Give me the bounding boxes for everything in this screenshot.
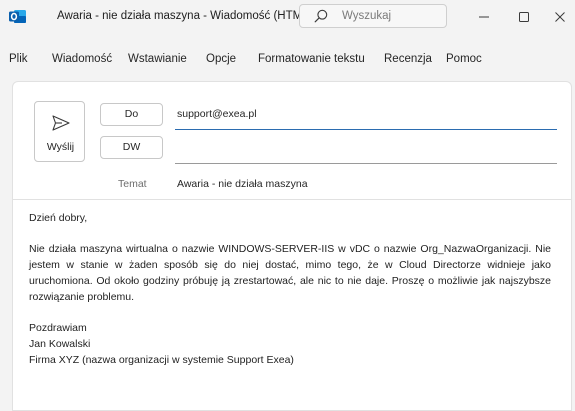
maximize-icon (519, 12, 529, 22)
ribbon-menu: Plik Wiadomość Wstawianie Opcje Formatow… (0, 53, 575, 71)
outlook-compose-window: Awaria - nie działa maszyna - Wiadomość … (0, 0, 575, 411)
menu-item-wstawianie[interactable]: Wstawianie (128, 53, 187, 65)
menu-item-pomoc[interactable]: Pomoc (446, 53, 482, 65)
subject-label: Temat (118, 178, 147, 190)
message-body[interactable]: Dzień dobry, Nie działa maszyna wirtualn… (29, 210, 551, 368)
menu-item-formatowanie-tekstu[interactable]: Formatowanie tekstu (258, 53, 365, 65)
minimize-button[interactable] (464, 0, 504, 34)
subject-field[interactable]: Awaria - nie działa maszyna (177, 178, 308, 190)
close-button[interactable] (540, 0, 575, 34)
maximize-button[interactable] (504, 0, 544, 34)
title-bar: Awaria - nie działa maszyna - Wiadomość … (0, 0, 575, 34)
body-paragraph: Nie działa maszyna wirtualna o nazwie WI… (29, 243, 551, 303)
menu-item-opcje[interactable]: Opcje (206, 53, 236, 65)
menu-item-plik[interactable]: Plik (9, 53, 28, 65)
close-icon (555, 12, 565, 22)
compose-pane: Wyślij Do DW support@exea.pl Temat Awari… (12, 81, 572, 411)
body-signature-company: Firma XYZ (nazwa organizacji w systemie … (29, 354, 294, 366)
to-button[interactable]: Do (100, 103, 163, 126)
window-title: Awaria - nie działa maszyna - Wiadomość … (57, 10, 313, 22)
body-greeting: Dzień dobry, (29, 212, 88, 224)
send-label: Wyślij (46, 141, 75, 153)
body-closing: Pozdrawiam (29, 322, 87, 334)
cc-button[interactable]: DW (100, 136, 163, 159)
to-field-underline (175, 129, 557, 130)
search-box[interactable]: Wyszukaj (299, 4, 447, 28)
send-button[interactable]: Wyślij (34, 101, 85, 162)
body-signature-name: Jan Kowalski (29, 338, 91, 350)
search-icon (314, 9, 328, 23)
minimize-icon (479, 16, 489, 18)
send-icon (51, 114, 71, 132)
cc-field[interactable] (175, 163, 557, 164)
menu-item-recenzja[interactable]: Recenzja (384, 53, 432, 65)
menu-item-wiadomosc[interactable]: Wiadomość (52, 53, 112, 65)
search-placeholder: Wyszukaj (342, 10, 392, 22)
header-divider (13, 199, 571, 200)
outlook-app-icon (9, 9, 26, 24)
to-field[interactable]: support@exea.pl (177, 108, 257, 120)
